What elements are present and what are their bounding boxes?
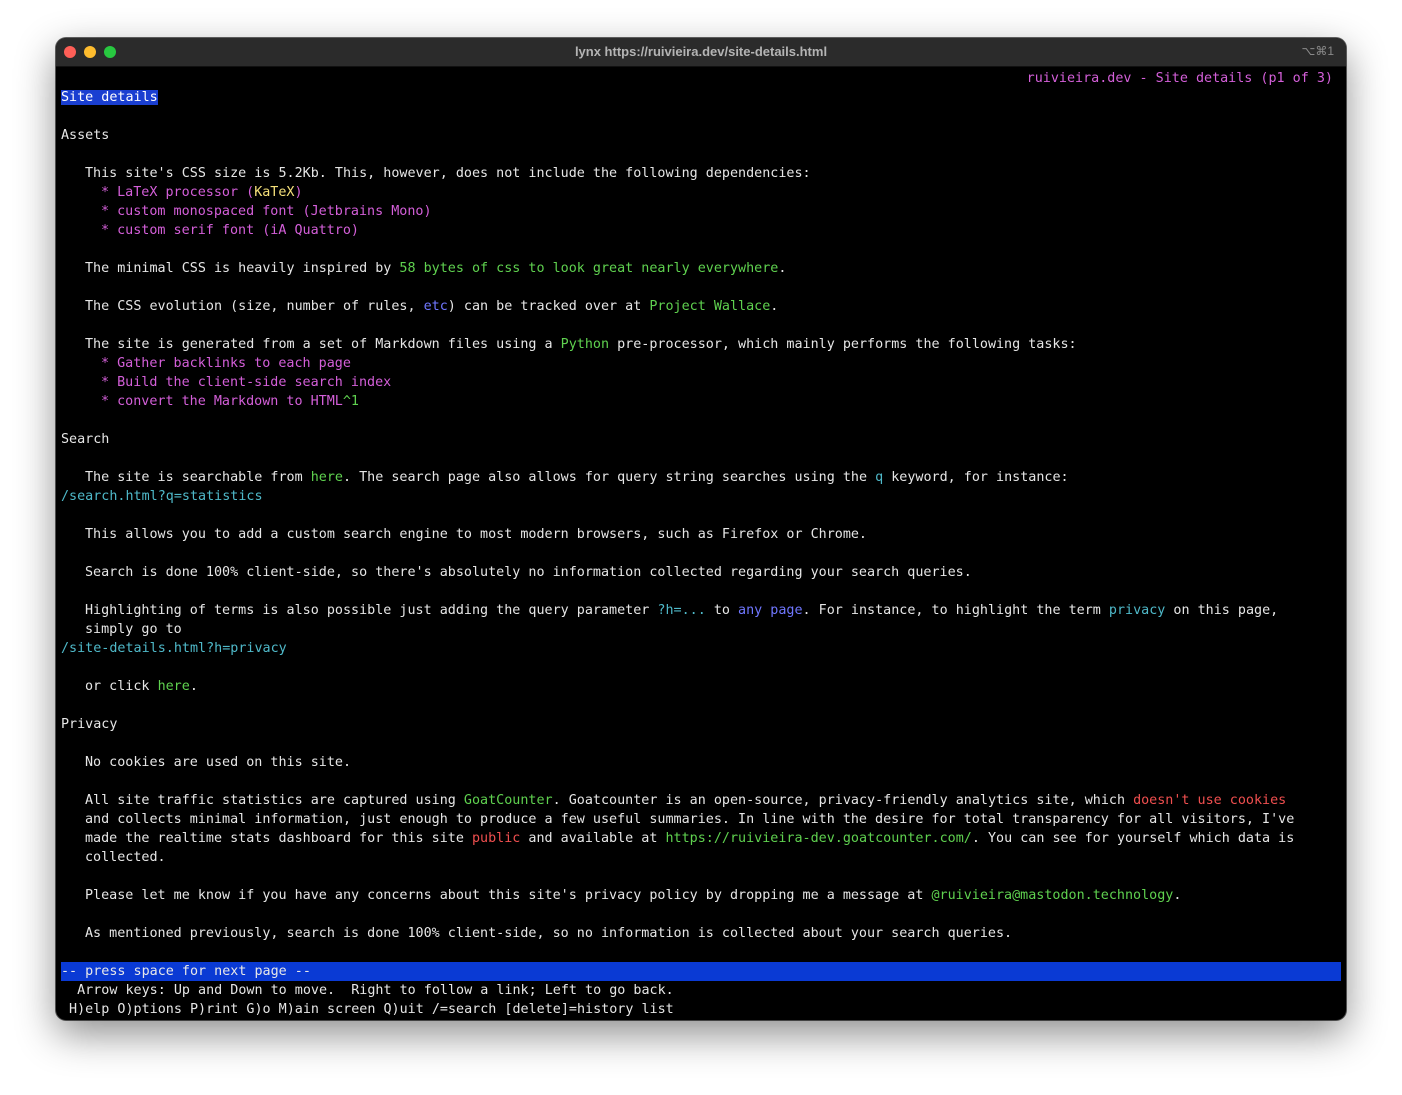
lynx-terminal[interactable]: ruivieira.dev - Site details (p1 of 3) S… <box>61 69 1341 1020</box>
css-58-bytes-link[interactable]: 58 bytes of css to look great nearly eve… <box>399 261 778 276</box>
q-keyword: q <box>875 470 884 485</box>
no-cookies-paragraph: No cookies are used on this site. <box>85 755 352 770</box>
minimal-css-paragraph: The minimal CSS is heavily inspired by 5… <box>85 261 787 276</box>
traffic-paragraph-cont: collected. <box>85 850 166 865</box>
highlight-paragraph: Highlighting of terms is also possible j… <box>85 603 1279 618</box>
help-line-1: Arrow keys: Up and Down to move. Right t… <box>61 983 674 998</box>
etc-link[interactable]: etc <box>424 299 448 314</box>
privacy-term: privacy <box>1108 603 1166 618</box>
window-title: lynx https://ruivieira.dev/site-details.… <box>574 44 828 59</box>
window-shortcut: ⌥⌘1 <box>1301 44 1334 58</box>
list-item: * convert the Markdown to HTML^1 <box>101 394 359 409</box>
privacy-heading: Privacy <box>61 717 118 732</box>
client-side-paragraph: Search is done 100% client-side, so ther… <box>85 565 972 580</box>
footnote-link[interactable]: ^1 <box>343 394 359 409</box>
public-link[interactable]: public <box>472 831 520 846</box>
page-status-line: ruivieira.dev - Site details (p1 of 3) <box>61 69 1341 88</box>
h-param: ?h=... <box>657 603 706 618</box>
list-item: * Gather backlinks to each page <box>101 356 351 371</box>
title-line: Site details <box>61 88 1341 107</box>
contact-paragraph: Please let me know if you have any conce… <box>85 888 1182 903</box>
search-here-link[interactable]: here <box>311 470 343 485</box>
no-cookies-link[interactable]: doesn't use cookies <box>1133 793 1286 808</box>
client-side-reminder: As mentioned previously, search is done … <box>85 926 1013 941</box>
list-item: * Build the client-side search index <box>101 375 392 390</box>
generator-paragraph: The site is generated from a set of Mark… <box>85 337 1077 352</box>
or-click-paragraph: or click here. <box>85 679 198 694</box>
traffic-paragraph-cont: made the realtime stats dashboard for th… <box>85 831 1295 846</box>
search-heading: Search <box>61 432 110 447</box>
python-link[interactable]: Python <box>561 337 609 352</box>
list-item: * custom serif font (iA Quattro) <box>101 223 359 238</box>
highlight-example-url: /site-details.html?h=privacy <box>61 641 287 656</box>
assets-heading: Assets <box>61 128 110 143</box>
page-title: Site details <box>61 90 158 105</box>
highlight-paragraph-cont: simply go to <box>85 622 182 637</box>
goatcounter-link[interactable]: GoatCounter <box>464 793 553 808</box>
search-example-url: /search.html?q=statistics <box>61 489 263 504</box>
katex-link[interactable]: KaTeX <box>254 185 294 200</box>
css-evolution-paragraph: The CSS evolution (size, number of rules… <box>85 299 779 314</box>
page-status: ruivieira.dev - Site details (p1 of 3) <box>1026 71 1333 86</box>
next-page-status-bar: -- press space for next page -- <box>61 962 1341 981</box>
css-size-text: This site's CSS size is 5.2Kb. This, how… <box>85 166 811 181</box>
any-page-link[interactable]: any page <box>738 603 803 618</box>
custom-engine-paragraph: This allows you to add a custom search e… <box>85 527 867 542</box>
title-bar: lynx https://ruivieira.dev/site-details.… <box>56 38 1346 67</box>
list-item: * custom monospaced font (Jetbrains Mono… <box>101 204 432 219</box>
list-item: * LaTeX processor (KaTeX) <box>101 185 303 200</box>
traffic-paragraph-cont: and collects minimal information, just e… <box>85 812 1295 827</box>
help-line-2: H)elp O)ptions P)rint G)o M)ain screen Q… <box>61 1002 674 1017</box>
goatcounter-dashboard-link[interactable]: https://ruivieira-dev.goatcounter.com/ <box>665 831 971 846</box>
project-wallace-link[interactable]: Project Wallace <box>649 299 770 314</box>
search-paragraph: The site is searchable from here. The se… <box>85 470 1069 485</box>
highlight-here-link[interactable]: here <box>158 679 190 694</box>
traffic-paragraph: All site traffic statistics are captured… <box>85 793 1287 808</box>
mastodon-link[interactable]: @ruivieira@mastodon.technology <box>932 888 1174 903</box>
terminal-window: lynx https://ruivieira.dev/site-details.… <box>56 38 1346 1020</box>
